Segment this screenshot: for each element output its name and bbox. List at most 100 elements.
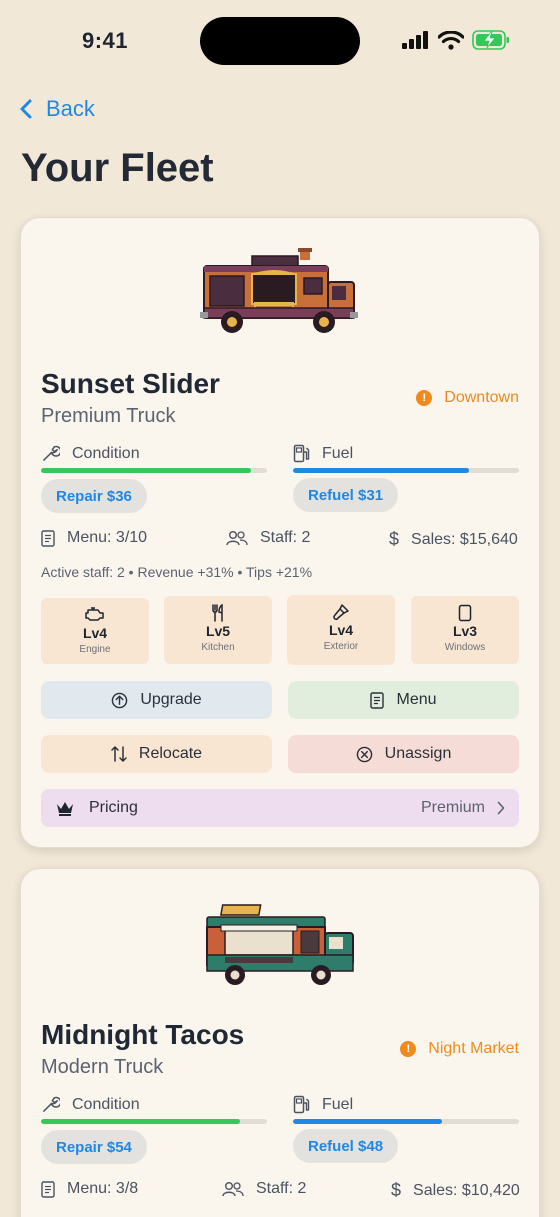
fuel-text: Fuel [322,1095,354,1113]
truck-type: Premium Truck [41,405,176,427]
upgrade-exterior[interactable]: Lv4 Exterior [287,595,395,665]
fuel-label: Fuel [293,444,353,463]
engine-icon [85,607,104,621]
condition-fill [41,1119,240,1124]
sales-text: Sales: $10,420 [413,1181,520,1199]
fuel-bar [293,468,519,473]
window-icon [458,604,472,622]
menu-button[interactable]: Menu [288,681,519,719]
upgrade-level: Lv4 [328,622,354,638]
location-pin-icon: ! [400,1041,417,1057]
staff-count: Staff: 2 [222,1180,306,1198]
fuel-text: Fuel [322,444,354,462]
upgrade-engine[interactable]: Lv4 Engine [41,598,149,664]
dollar-icon: $ [389,529,400,549]
condition-label: Condition [41,1095,140,1114]
unassign-button[interactable]: Unassign [288,735,519,773]
back-button[interactable]: Back [20,96,95,122]
location-label: Night Market [428,1040,519,1057]
fuel-fill [293,1119,443,1124]
staff-count-text: Staff: 2 [256,1180,307,1197]
swap-arrows-icon [111,746,127,762]
menu-count-text: Menu: 3/10 [67,529,148,546]
menu-count-text: Menu: 3/8 [67,1180,139,1197]
fuel-fill [293,468,470,473]
refuel-button[interactable]: Refuel $31 [293,478,399,512]
page-title: Your Fleet [21,146,214,190]
dynamic-island [200,17,360,65]
upgrade-button-label: Upgrade [140,691,202,708]
refuel-button[interactable]: Refuel $48 [293,1129,399,1163]
unassign-button-label: Unassign [384,745,452,762]
fork-knife-icon [212,604,223,622]
staff-count-text: Staff: 2 [260,529,311,546]
truck-name: Sunset Slider [41,368,220,399]
upgrade-windows[interactable]: Lv3 Windows [411,596,519,664]
people-icon [222,1182,244,1197]
truck-type: Modern Truck [41,1056,164,1078]
condition-label: Condition [41,444,140,463]
condition-fill [41,468,252,473]
location-label: Downtown [444,389,519,406]
truck-image [206,904,354,985]
condition-text: Condition [72,1095,140,1113]
sales-total: $ Sales: $15,640 [389,529,518,550]
x-circle-icon [356,746,372,762]
repair-button[interactable]: Repair $36 [41,479,147,513]
pricing-row[interactable]: Pricing Premium [41,789,519,827]
arrow-up-circle-icon [112,692,128,708]
pricing-label: Pricing [89,799,138,816]
truck-card: Midnight Tacos Modern Truck ! Night Mark… [20,868,540,1217]
upgrade-level: Lv5 [205,623,231,639]
battery-charging-icon [472,30,509,50]
truck-location[interactable]: ! Downtown [416,389,519,407]
upgrade-level: Lv3 [452,623,478,639]
upgrade-kitchen[interactable]: Lv5 Kitchen [164,596,272,664]
truck-image [200,248,358,333]
status-icons [402,30,510,50]
upgrade-name: Kitchen [201,642,235,653]
staff-count: Staff: 2 [226,529,310,547]
wrench-icon [43,445,60,461]
fuel-label: Fuel [293,1095,353,1114]
menu-doc-icon [41,529,55,547]
chevron-left-icon [20,99,32,119]
menu-doc-icon [41,1180,55,1198]
menu-doc-icon [370,691,385,709]
menu-count: Menu: 3/8 [41,1180,138,1198]
signal-icon [402,31,428,49]
repair-button[interactable]: Repair $54 [41,1130,147,1164]
crown-icon [57,802,73,816]
upgrade-level: Lv4 [82,625,108,641]
people-icon [226,531,248,546]
fuel-pump-icon [293,1095,310,1114]
condition-bar [41,468,267,473]
pricing-value-text: Premium [420,799,485,816]
status-bar: 9:41 [0,0,560,80]
fuel-bar [293,1119,519,1124]
relocate-button-label: Relocate [138,745,203,762]
truck-name: Midnight Tacos [41,1019,245,1050]
upgrade-button[interactable]: Upgrade [41,681,272,719]
upgrade-name: Exterior [323,641,359,652]
sales-text: Sales: $15,640 [411,530,518,548]
truck-location[interactable]: ! Night Market [400,1040,519,1058]
menu-count: Menu: 3/10 [41,529,147,547]
status-time: 9:41 [82,28,129,53]
condition-bar [41,1119,267,1124]
back-label: Back [46,96,95,121]
menu-button-label: Menu [396,691,437,708]
wifi-icon [438,30,464,50]
chevron-right-icon [497,801,505,815]
dollar-icon: $ [391,1180,402,1200]
pricing-value: Premium [421,799,505,817]
location-pin-icon: ! [416,390,433,406]
paintbrush-icon [333,604,349,621]
upgrade-name: Windows [444,642,486,653]
wrench-icon [43,1096,60,1112]
relocate-button[interactable]: Relocate [41,735,272,773]
truck-summary: Active staff: 2 • Revenue +31% • Tips +2… [41,564,313,580]
sales-total: $ Sales: $10,420 [391,1180,520,1201]
condition-text: Condition [72,444,140,462]
upgrade-name: Engine [79,644,111,655]
